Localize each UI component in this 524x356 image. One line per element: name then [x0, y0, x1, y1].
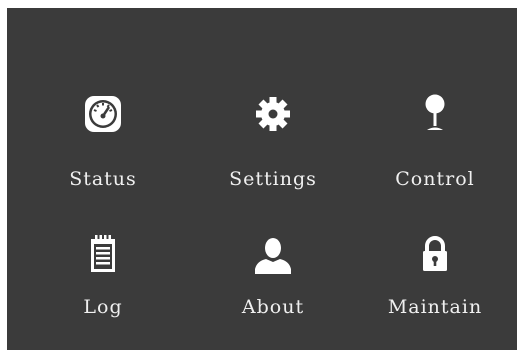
gear-icon [253, 94, 293, 134]
menu-item-control[interactable]: Control [375, 94, 495, 214]
menu-item-label: Settings [229, 168, 317, 190]
menu-item-label: Status [69, 168, 137, 190]
menu-item-log[interactable]: Log [43, 234, 163, 354]
menu-item-label: Maintain [387, 296, 483, 318]
lock-icon [415, 234, 455, 274]
menu-item-label: About [241, 296, 305, 318]
menu-item-label: Control [395, 168, 475, 190]
joystick-icon [415, 94, 455, 134]
menu-item-settings[interactable]: Settings [213, 94, 333, 214]
notepad-icon [83, 234, 123, 274]
person-icon [253, 234, 293, 274]
menu-item-maintain[interactable]: Maintain [375, 234, 495, 354]
main-menu-screen: Status Settings Control Log About Mainta… [7, 8, 517, 350]
menu-item-status[interactable]: Status [43, 94, 163, 214]
menu-item-label: Log [83, 296, 123, 318]
menu-item-about[interactable]: About [213, 234, 333, 354]
gauge-icon [83, 94, 123, 134]
